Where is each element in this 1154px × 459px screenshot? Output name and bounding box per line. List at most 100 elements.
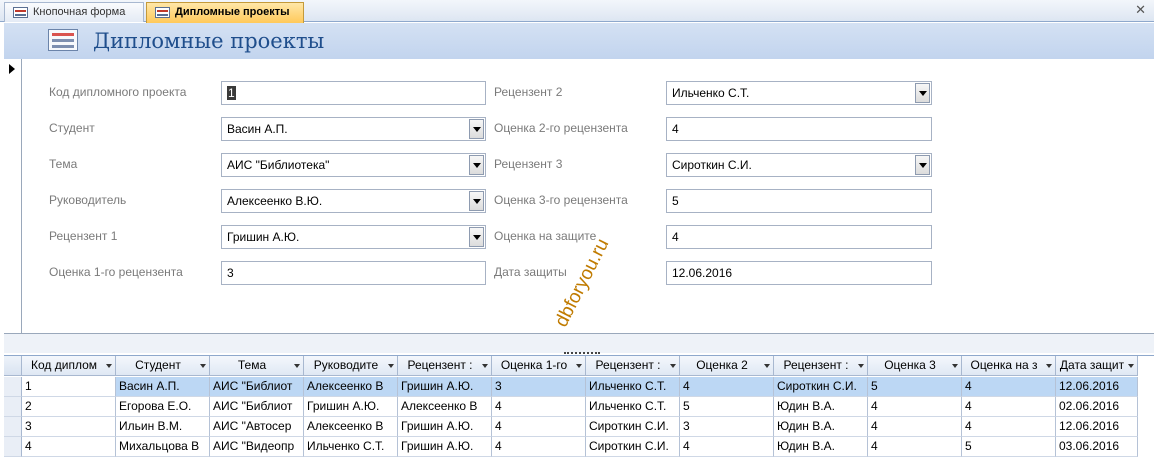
table-cell[interactable]: Гришин А.Ю. xyxy=(398,417,492,437)
table-cell[interactable]: Ильченко С.Т. xyxy=(586,377,680,397)
table-cell[interactable]: Ильченко С.Т. xyxy=(304,437,398,457)
column-header[interactable]: Рецензент : xyxy=(774,356,868,376)
table-cell[interactable]: 3 xyxy=(22,417,116,437)
row-selector[interactable] xyxy=(4,397,22,417)
topic-combobox[interactable]: АИС "Библиотека" xyxy=(221,153,486,177)
table-cell[interactable]: 4 xyxy=(868,437,962,457)
table-cell[interactable]: Гришин А.Ю. xyxy=(398,377,492,397)
sort-dropdown-icon[interactable] xyxy=(764,364,770,368)
defense-date-field[interactable]: 12.06.2016 xyxy=(666,261,932,285)
column-header[interactable]: Студент xyxy=(116,356,210,376)
column-header[interactable]: Рецензент : xyxy=(398,356,492,376)
sort-dropdown-icon[interactable] xyxy=(200,364,206,368)
table-cell[interactable]: 4 xyxy=(680,377,774,397)
table-cell[interactable]: Сироткин С.И. xyxy=(774,377,868,397)
table-cell[interactable]: Егорова Е.О. xyxy=(116,397,210,417)
close-icon[interactable]: ✕ xyxy=(1135,2,1146,18)
grade3-field[interactable]: 5 xyxy=(666,189,932,213)
column-header[interactable]: Тема xyxy=(210,356,304,376)
column-header[interactable]: Оценка на з xyxy=(962,356,1056,376)
table-cell[interactable]: 5 xyxy=(680,397,774,417)
dropdown-arrow-icon[interactable] xyxy=(469,227,484,247)
tab-diploma-projects[interactable]: Дипломные проекты xyxy=(146,2,304,23)
table-cell[interactable]: Юдин В.А. xyxy=(774,397,868,417)
sort-dropdown-icon[interactable] xyxy=(106,364,112,368)
row-selector[interactable] xyxy=(4,377,22,397)
table-cell[interactable]: 4 xyxy=(962,397,1056,417)
table-cell[interactable]: АИС "Библиот xyxy=(210,397,304,417)
table-cell[interactable]: Гришин А.Ю. xyxy=(398,437,492,457)
table-cell[interactable]: 4 xyxy=(868,417,962,437)
table-cell[interactable]: 4 xyxy=(680,437,774,457)
dropdown-arrow-icon[interactable] xyxy=(469,191,484,211)
sort-dropdown-icon[interactable] xyxy=(482,364,488,368)
tab-switchboard[interactable]: Кнопочная форма xyxy=(4,2,144,22)
table-cell[interactable]: 3 xyxy=(492,377,586,397)
column-header[interactable]: Руководите xyxy=(304,356,398,376)
table-cell[interactable]: Юдин В.А. xyxy=(774,437,868,457)
reviewer2-combobox[interactable]: Ильченко С.Т. xyxy=(666,81,932,105)
table-cell[interactable]: Алексеенко В xyxy=(398,397,492,417)
dropdown-arrow-icon[interactable] xyxy=(915,155,930,175)
table-cell[interactable]: Алексеенко В xyxy=(304,417,398,437)
table-cell[interactable]: 4 xyxy=(962,377,1056,397)
sort-dropdown-icon[interactable] xyxy=(1046,364,1052,368)
dropdown-arrow-icon[interactable] xyxy=(469,155,484,175)
sort-dropdown-icon[interactable] xyxy=(858,364,864,368)
table-cell[interactable]: Юдин В.А. xyxy=(774,417,868,437)
table-cell[interactable]: 4 xyxy=(22,437,116,457)
grade2-field[interactable]: 4 xyxy=(666,117,932,141)
table-cell[interactable]: 5 xyxy=(962,437,1056,457)
table-cell[interactable]: 12.06.2016 xyxy=(1056,417,1138,437)
column-header[interactable]: Рецензент : xyxy=(586,356,680,376)
table-cell[interactable]: 4 xyxy=(492,417,586,437)
column-header[interactable]: Оценка 2 xyxy=(680,356,774,376)
column-header[interactable]: Код диплом xyxy=(22,356,116,376)
column-header[interactable]: Оценка 3 xyxy=(868,356,962,376)
supervisor-combobox[interactable]: Алексеенко В.Ю. xyxy=(221,189,486,213)
sort-dropdown-icon[interactable] xyxy=(952,364,958,368)
sort-dropdown-icon[interactable] xyxy=(576,364,582,368)
table-cell[interactable]: Алексеенко В xyxy=(304,377,398,397)
split-form-divider[interactable] xyxy=(4,333,1154,354)
table-cell[interactable]: 1 xyxy=(22,377,116,397)
defense-grade-field[interactable]: 4 xyxy=(666,225,932,249)
table-cell[interactable]: 2 xyxy=(22,397,116,417)
table-cell[interactable]: Михальцова В xyxy=(116,437,210,457)
record-selector[interactable] xyxy=(4,59,22,333)
splitter-grip-icon[interactable] xyxy=(564,352,600,354)
table-cell[interactable]: АИС "Библиот xyxy=(210,377,304,397)
table-cell[interactable]: 03.06.2016 xyxy=(1056,437,1138,457)
table-cell[interactable]: 4 xyxy=(962,417,1056,437)
reviewer3-combobox[interactable]: Сироткин С.И. xyxy=(666,153,932,177)
grade1-field[interactable]: 3 xyxy=(221,261,486,285)
sort-dropdown-icon[interactable] xyxy=(1128,364,1134,368)
table-cell[interactable]: 3 xyxy=(680,417,774,437)
column-header[interactable]: Дата защит xyxy=(1056,356,1138,376)
table-cell[interactable]: АИС "Видеопр xyxy=(210,437,304,457)
sort-dropdown-icon[interactable] xyxy=(388,364,394,368)
table-cell[interactable]: 4 xyxy=(868,397,962,417)
table-cell[interactable]: 12.06.2016 xyxy=(1056,377,1138,397)
select-all-corner[interactable] xyxy=(4,356,22,376)
table-cell[interactable]: Гришин А.Ю. xyxy=(304,397,398,417)
table-cell[interactable]: 02.06.2016 xyxy=(1056,397,1138,417)
table-cell[interactable]: Ильченко С.Т. xyxy=(586,397,680,417)
sort-dropdown-icon[interactable] xyxy=(294,364,300,368)
table-cell[interactable]: 4 xyxy=(492,437,586,457)
sort-dropdown-icon[interactable] xyxy=(670,364,676,368)
table-cell[interactable]: 4 xyxy=(492,397,586,417)
row-selector[interactable] xyxy=(4,437,22,457)
table-cell[interactable]: АИС "Автосер xyxy=(210,417,304,437)
code-field[interactable]: 1 xyxy=(221,81,486,105)
student-combobox[interactable]: Васин А.П. xyxy=(221,117,486,141)
table-cell[interactable]: Васин А.П. xyxy=(116,377,210,397)
reviewer1-combobox[interactable]: Гришин А.Ю. xyxy=(221,225,486,249)
table-cell[interactable]: Сироткин С.И. xyxy=(586,417,680,437)
row-selector[interactable] xyxy=(4,417,22,437)
table-cell[interactable]: 5 xyxy=(868,377,962,397)
table-cell[interactable]: Сироткин С.И. xyxy=(586,437,680,457)
column-header[interactable]: Оценка 1-го xyxy=(492,356,586,376)
table-cell[interactable]: Ильин В.М. xyxy=(116,417,210,437)
dropdown-arrow-icon[interactable] xyxy=(469,119,484,139)
